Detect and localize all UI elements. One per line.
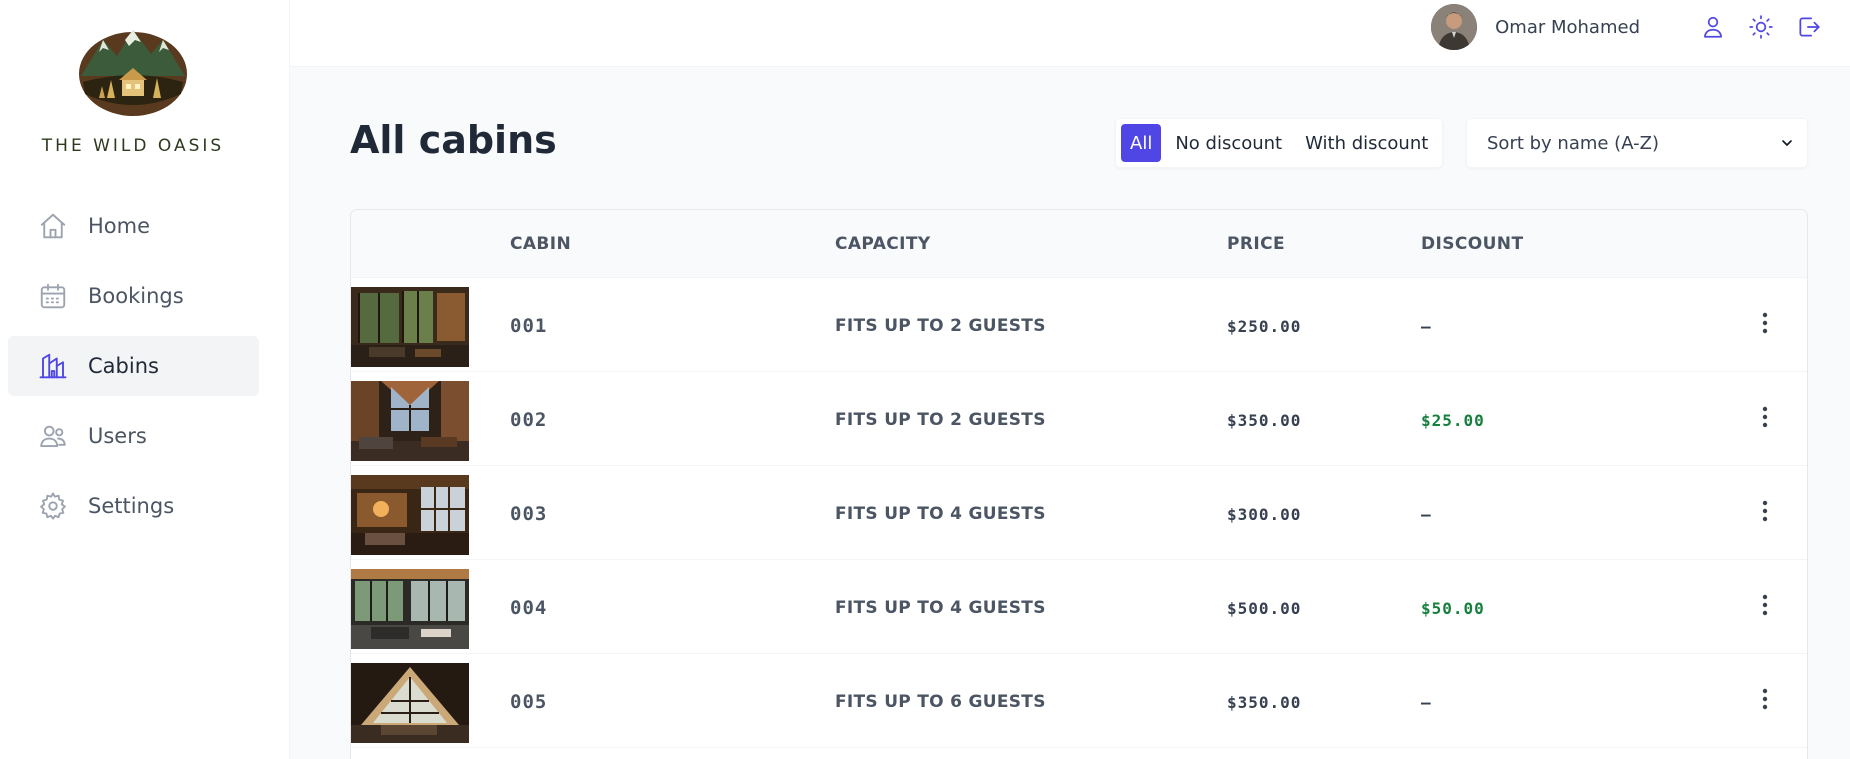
cabin-name: 002	[510, 409, 548, 431]
row-menu-button[interactable]	[1753, 308, 1777, 338]
sidebar-item-label: Settings	[88, 494, 175, 518]
cabin-image	[351, 475, 469, 555]
cabin-discount: $50.00	[1421, 599, 1485, 618]
column-header-discount: DISCOUNT	[1421, 234, 1524, 254]
table-row: 002 FITS UP TO 2 GUESTS $350.00 $25.00	[351, 372, 1807, 466]
sidebar-item-settings[interactable]: Settings	[8, 476, 259, 536]
sidebar-item-cabins[interactable]: Cabins	[8, 336, 259, 396]
more-vertical-icon	[1762, 688, 1768, 710]
row-menu-button[interactable]	[1753, 684, 1777, 714]
sidebar-item-users[interactable]: Users	[8, 406, 259, 466]
more-vertical-icon	[1762, 406, 1768, 428]
calendar-icon	[40, 283, 66, 309]
cabin-discount: —	[1421, 693, 1432, 712]
brand-name: THE WILD OASIS	[41, 136, 225, 156]
gear-icon	[40, 492, 66, 520]
cabin-discount: —	[1421, 317, 1432, 336]
logout-icon[interactable]	[1796, 14, 1822, 40]
row-menu-button[interactable]	[1753, 496, 1777, 526]
cabin-name: 005	[510, 691, 548, 713]
cabin-price: $350.00	[1227, 411, 1302, 430]
table-header: CABIN CAPACITY PRICE DISCOUNT	[351, 210, 1807, 278]
sidebar-item-label: Home	[88, 214, 151, 238]
cabin-price: $500.00	[1227, 599, 1302, 618]
avatar-image	[1431, 4, 1478, 50]
cabin-capacity: FITS UP TO 2 GUESTS	[835, 410, 1046, 430]
logo[interactable]: THE WILD OASIS	[0, 24, 266, 156]
more-vertical-icon	[1762, 312, 1768, 334]
cabin-image	[351, 287, 469, 367]
sidebar: THE WILD OASIS Home Bookings Cabins User…	[0, 0, 290, 759]
more-vertical-icon	[1762, 594, 1768, 616]
home-icon	[40, 213, 66, 239]
column-header-cabin: CABIN	[510, 234, 572, 254]
cabin-price: $300.00	[1227, 505, 1302, 524]
more-vertical-icon	[1762, 500, 1768, 522]
sidebar-item-bookings[interactable]: Bookings	[8, 266, 259, 326]
table-row: 001 FITS UP TO 2 GUESTS $250.00 —	[351, 278, 1807, 372]
sidebar-item-label: Users	[88, 424, 147, 448]
logo-image	[79, 30, 187, 116]
cabin-discount: $25.00	[1421, 411, 1485, 430]
cabin-discount: —	[1421, 505, 1432, 524]
discount-filter: All No discount With discount	[1115, 118, 1444, 168]
cabin-price: $350.00	[1227, 693, 1302, 712]
cabin-capacity: FITS UP TO 2 GUESTS	[835, 316, 1046, 336]
sun-icon[interactable]	[1748, 14, 1774, 40]
header-user-area: Omar Mohamed	[1431, 4, 1822, 50]
cabin-icon	[39, 353, 67, 379]
cabin-capacity: FITS UP TO 4 GUESTS	[835, 504, 1046, 524]
sort-select[interactable]: Sort by name (A-Z)	[1466, 118, 1808, 168]
cabin-name: 004	[510, 597, 548, 619]
column-header-capacity: CAPACITY	[835, 234, 931, 254]
cabin-image	[351, 569, 469, 649]
cabin-image	[351, 663, 469, 743]
chevron-down-icon	[1782, 140, 1792, 146]
users-icon	[40, 425, 66, 447]
cabin-capacity: FITS UP TO 4 GUESTS	[835, 598, 1046, 618]
sidebar-item-label: Bookings	[88, 284, 184, 308]
table-body: 001 FITS UP TO 2 GUESTS $250.00 — 002 FI…	[351, 278, 1807, 748]
sort-selected-value: Sort by name (A-Z)	[1487, 132, 1659, 154]
table-row: 005 FITS UP TO 6 GUESTS $350.00 —	[351, 654, 1807, 748]
table-row: 004 FITS UP TO 4 GUESTS $500.00 $50.00	[351, 560, 1807, 654]
avatar[interactable]	[1431, 4, 1478, 50]
cabin-price: $250.00	[1227, 317, 1302, 336]
row-menu-button[interactable]	[1753, 590, 1777, 620]
cabin-name: 003	[510, 503, 548, 525]
sidebar-item-label: Cabins	[88, 354, 159, 378]
top-header: Omar Mohamed	[290, 0, 1850, 67]
table-row: 003 FITS UP TO 4 GUESTS $300.00 —	[351, 466, 1807, 560]
column-header-price: PRICE	[1227, 234, 1285, 254]
sidebar-item-home[interactable]: Home	[8, 196, 259, 256]
user-name: Omar Mohamed	[1495, 16, 1640, 38]
cabin-capacity: FITS UP TO 6 GUESTS	[835, 692, 1046, 712]
user-icon[interactable]	[1700, 14, 1726, 40]
cabins-table: CABIN CAPACITY PRICE DISCOUNT 001 FITS U…	[350, 209, 1808, 759]
row-menu-button[interactable]	[1753, 402, 1777, 432]
filter-with-discount-button[interactable]: With discount	[1296, 124, 1437, 162]
filter-no-discount-button[interactable]: No discount	[1166, 124, 1291, 162]
filter-all-button[interactable]: All	[1121, 124, 1162, 162]
main-nav: Home Bookings Cabins Users Settings	[8, 196, 259, 546]
cabin-name: 001	[510, 315, 548, 337]
page-title: All cabins	[350, 118, 557, 162]
cabin-image	[351, 381, 469, 461]
